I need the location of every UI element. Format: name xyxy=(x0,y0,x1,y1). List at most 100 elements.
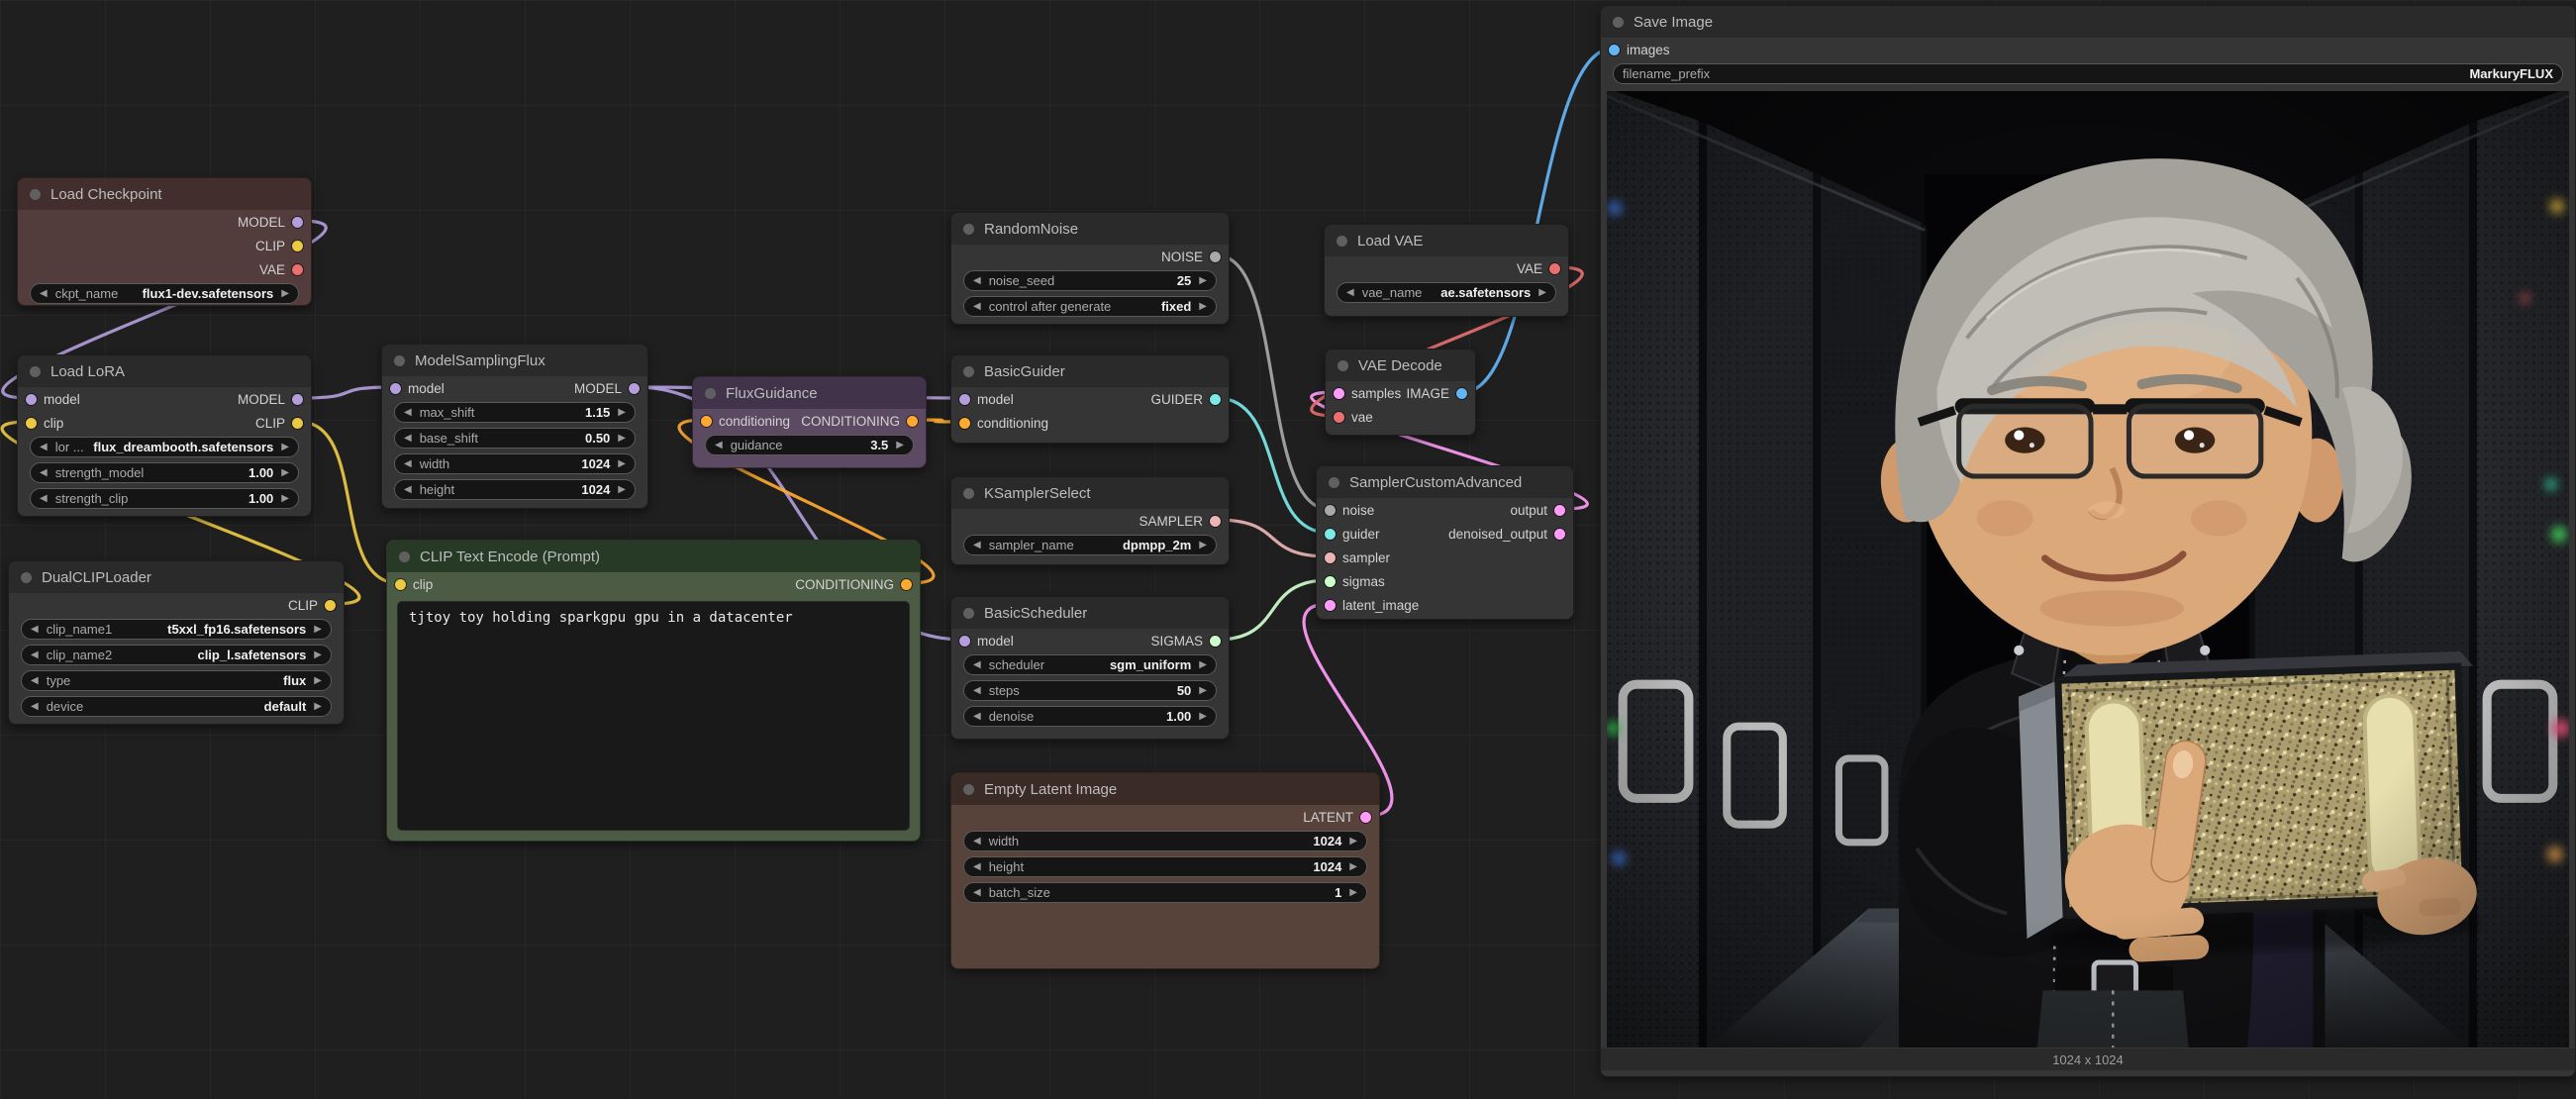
graph-canvas[interactable]: Load CheckpointMODELCLIPVAE◀ckpt_nameflu… xyxy=(0,0,2576,1099)
increment-arrow-icon[interactable]: ▶ xyxy=(314,650,322,660)
node-basic-scheduler[interactable]: BasicSchedulermodelSIGMAS◀schedulersgm_u… xyxy=(950,596,1230,740)
input-port-dot[interactable] xyxy=(959,636,970,647)
collapse-dot-icon[interactable] xyxy=(963,488,974,499)
decrement-arrow-icon[interactable]: ◀ xyxy=(973,862,981,872)
node-basic-guider[interactable]: BasicGuidermodelGUIDERconditioning xyxy=(950,354,1230,444)
decrement-arrow-icon[interactable]: ◀ xyxy=(404,434,412,444)
widget-clip-name2[interactable]: ◀clip_name2clip_l.safetensors▶ xyxy=(21,645,332,665)
node-ksampler-select[interactable]: KSamplerSelectSAMPLER◀sampler_namedpmpp_… xyxy=(950,476,1230,565)
increment-arrow-icon[interactable]: ▶ xyxy=(1199,541,1207,550)
collapse-dot-icon[interactable] xyxy=(963,608,974,619)
widget-vae-name[interactable]: ◀vae_nameae.safetensors▶ xyxy=(1337,282,1556,303)
decrement-arrow-icon[interactable]: ◀ xyxy=(1346,288,1354,298)
widget-height[interactable]: ◀height1024▶ xyxy=(963,856,1367,877)
collapse-dot-icon[interactable] xyxy=(394,355,405,366)
increment-arrow-icon[interactable]: ▶ xyxy=(896,441,904,450)
node-save-image[interactable]: Save Imageimagesfilename_prefixMarkuryFL… xyxy=(1600,5,2576,1077)
output-port-dot[interactable] xyxy=(1456,388,1467,399)
increment-arrow-icon[interactable]: ▶ xyxy=(1199,660,1207,670)
widget-batch-size[interactable]: ◀batch_size1▶ xyxy=(963,882,1367,903)
increment-arrow-icon[interactable]: ▶ xyxy=(618,434,626,444)
node-flux-guidance[interactable]: FluxGuidanceconditioningCONDITIONING◀gui… xyxy=(692,376,927,468)
widget-width[interactable]: ◀width1024▶ xyxy=(394,453,636,474)
increment-arrow-icon[interactable]: ▶ xyxy=(1349,888,1357,898)
decrement-arrow-icon[interactable]: ◀ xyxy=(31,650,39,660)
collapse-dot-icon[interactable] xyxy=(1613,17,1624,28)
increment-arrow-icon[interactable]: ▶ xyxy=(314,676,322,686)
collapse-dot-icon[interactable] xyxy=(963,784,974,795)
collapse-dot-icon[interactable] xyxy=(963,366,974,377)
node-random-noise[interactable]: RandomNoiseNOISE◀noise_seed25▶◀control a… xyxy=(950,212,1230,325)
collapse-dot-icon[interactable] xyxy=(1329,477,1339,488)
output-port-dot[interactable] xyxy=(1554,505,1565,516)
widget-max-shift[interactable]: ◀max_shift1.15▶ xyxy=(394,402,636,423)
increment-arrow-icon[interactable]: ▶ xyxy=(281,289,289,299)
input-port-dot[interactable] xyxy=(959,394,970,405)
output-port-dot[interactable] xyxy=(292,418,303,429)
decrement-arrow-icon[interactable]: ◀ xyxy=(715,441,723,450)
widget-steps[interactable]: ◀steps50▶ xyxy=(963,680,1217,701)
widget-control-after-generate[interactable]: ◀control after generatefixed▶ xyxy=(963,296,1217,317)
decrement-arrow-icon[interactable]: ◀ xyxy=(31,702,39,712)
output-port-dot[interactable] xyxy=(629,383,640,394)
decrement-arrow-icon[interactable]: ◀ xyxy=(973,837,981,847)
input-port-dot[interactable] xyxy=(1325,505,1336,516)
widget-ckpt-name[interactable]: ◀ckpt_nameflux1-dev.safetensors▶ xyxy=(30,283,299,304)
widget-scheduler[interactable]: ◀schedulersgm_uniform▶ xyxy=(963,654,1217,675)
widget-lor-[interactable]: ◀lor ...flux_dreambooth.safetensors▶ xyxy=(30,437,299,457)
decrement-arrow-icon[interactable]: ◀ xyxy=(973,686,981,696)
decrement-arrow-icon[interactable]: ◀ xyxy=(973,541,981,550)
input-port-dot[interactable] xyxy=(1325,576,1336,587)
decrement-arrow-icon[interactable]: ◀ xyxy=(40,289,48,299)
increment-arrow-icon[interactable]: ▶ xyxy=(1199,302,1207,312)
collapse-dot-icon[interactable] xyxy=(399,551,410,562)
output-port-dot[interactable] xyxy=(901,579,912,590)
widget-noise-seed[interactable]: ◀noise_seed25▶ xyxy=(963,270,1217,291)
widget-sampler-name[interactable]: ◀sampler_namedpmpp_2m▶ xyxy=(963,535,1217,555)
output-port-dot[interactable] xyxy=(1210,394,1221,405)
output-port-dot[interactable] xyxy=(907,416,918,427)
widget-type[interactable]: ◀typeflux▶ xyxy=(21,670,332,691)
increment-arrow-icon[interactable]: ▶ xyxy=(1199,276,1207,286)
output-port-dot[interactable] xyxy=(1210,251,1221,262)
collapse-dot-icon[interactable] xyxy=(963,224,974,235)
output-port-dot[interactable] xyxy=(1210,516,1221,527)
widget-denoise[interactable]: ◀denoise1.00▶ xyxy=(963,706,1217,727)
decrement-arrow-icon[interactable]: ◀ xyxy=(973,302,981,312)
input-port-dot[interactable] xyxy=(1325,529,1336,540)
input-port-dot[interactable] xyxy=(1334,412,1344,423)
widget-strength-model[interactable]: ◀strength_model1.00▶ xyxy=(30,462,299,483)
output-port-dot[interactable] xyxy=(292,241,303,251)
input-port-dot[interactable] xyxy=(26,394,37,405)
collapse-dot-icon[interactable] xyxy=(21,572,32,583)
increment-arrow-icon[interactable]: ▶ xyxy=(618,408,626,418)
node-model-sampling-flux[interactable]: ModelSamplingFluxmodelMODEL◀max_shift1.1… xyxy=(381,344,648,509)
collapse-dot-icon[interactable] xyxy=(705,388,716,399)
increment-arrow-icon[interactable]: ▶ xyxy=(618,459,626,469)
output-port-dot[interactable] xyxy=(292,217,303,228)
decrement-arrow-icon[interactable]: ◀ xyxy=(40,494,48,504)
input-port-dot[interactable] xyxy=(701,416,712,427)
node-dual-clip-loader[interactable]: DualCLIPLoaderCLIP◀clip_name1t5xxl_fp16.… xyxy=(8,560,345,725)
increment-arrow-icon[interactable]: ▶ xyxy=(1538,288,1546,298)
node-load-checkpoint[interactable]: Load CheckpointMODELCLIPVAE◀ckpt_nameflu… xyxy=(17,177,312,306)
input-port-dot[interactable] xyxy=(1334,388,1344,399)
increment-arrow-icon[interactable]: ▶ xyxy=(618,485,626,495)
node-vae-decode[interactable]: VAE DecodesamplesIMAGEvae xyxy=(1325,349,1476,436)
node-load-vae[interactable]: Load VAEVAE◀vae_nameae.safetensors▶ xyxy=(1324,224,1569,317)
increment-arrow-icon[interactable]: ▶ xyxy=(1349,837,1357,847)
output-port-dot[interactable] xyxy=(292,264,303,275)
decrement-arrow-icon[interactable]: ◀ xyxy=(404,408,412,418)
output-port-dot[interactable] xyxy=(1549,263,1560,274)
decrement-arrow-icon[interactable]: ◀ xyxy=(31,625,39,635)
input-port-dot[interactable] xyxy=(1325,552,1336,563)
increment-arrow-icon[interactable]: ▶ xyxy=(314,702,322,712)
increment-arrow-icon[interactable]: ▶ xyxy=(1349,862,1357,872)
increment-arrow-icon[interactable]: ▶ xyxy=(314,625,322,635)
node-empty-latent-image[interactable]: Empty Latent ImageLATENT◀width1024▶◀heig… xyxy=(950,772,1380,969)
increment-arrow-icon[interactable]: ▶ xyxy=(281,494,289,504)
node-sampler-custom-advanced[interactable]: SamplerCustomAdvancednoiseoutputguiderde… xyxy=(1316,465,1574,620)
increment-arrow-icon[interactable]: ▶ xyxy=(281,468,289,478)
decrement-arrow-icon[interactable]: ◀ xyxy=(404,459,412,469)
collapse-dot-icon[interactable] xyxy=(1337,236,1347,247)
